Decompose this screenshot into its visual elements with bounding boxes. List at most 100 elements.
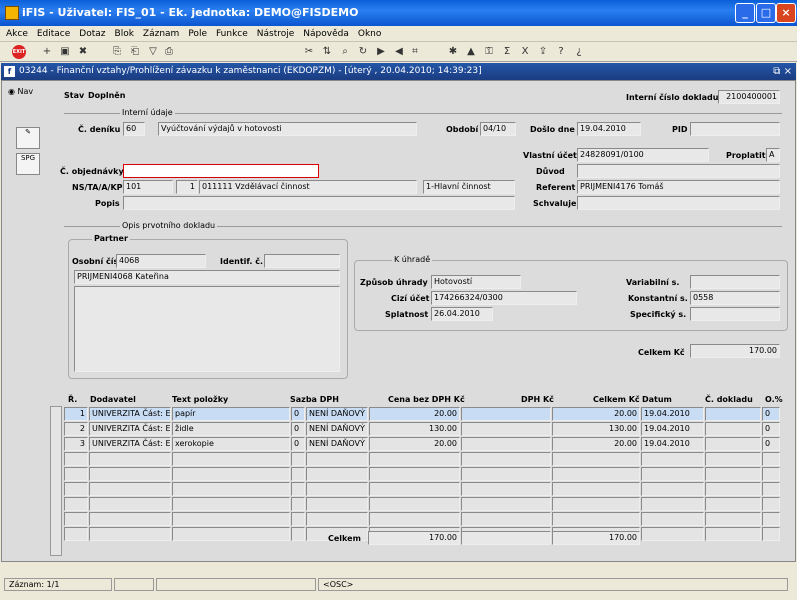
table-cell[interactable] <box>705 422 761 436</box>
identif-field[interactable] <box>264 254 340 268</box>
obdobi-field[interactable]: 04/10 <box>480 122 516 136</box>
menu-item[interactable]: Pole <box>188 29 207 39</box>
table-cell[interactable] <box>64 452 88 466</box>
table-cell[interactable] <box>762 527 780 541</box>
table-cell[interactable]: NENÍ DAŇOVÝ D <box>306 437 368 451</box>
table-cell[interactable]: 19.04.2010 <box>641 422 704 436</box>
close-button[interactable]: × <box>776 3 796 23</box>
paste-icon[interactable]: ⎗ <box>128 45 142 59</box>
table-cell[interactable]: NENÍ DAŇOVÝ D <box>306 422 368 436</box>
table-cell[interactable]: 130.00 <box>369 422 460 436</box>
table-cell[interactable]: 19.04.2010 <box>641 437 704 451</box>
table-cell[interactable] <box>641 452 704 466</box>
zpusob-field[interactable]: Hotovostí <box>431 275 521 289</box>
table-cell[interactable] <box>291 482 305 496</box>
form-window-controls[interactable]: ⧉ × <box>773 63 792 80</box>
table-cell[interactable]: NENÍ DAŇOVÝ D <box>306 407 368 421</box>
cizi-field[interactable]: 174266324/0300 <box>431 291 577 305</box>
table-cell[interactable] <box>705 407 761 421</box>
menu-item[interactable]: Okno <box>358 29 382 39</box>
export-icon[interactable]: ⇪ <box>536 45 550 59</box>
table-cell[interactable] <box>291 497 305 511</box>
ns-field[interactable]: 101 <box>123 180 173 194</box>
popis-field[interactable] <box>123 196 515 210</box>
table-cell[interactable] <box>552 497 640 511</box>
add-record-icon[interactable]: + <box>40 45 54 59</box>
table-cell[interactable] <box>64 527 88 541</box>
menu-item[interactable]: Blok <box>115 29 134 39</box>
table-cell[interactable] <box>705 467 761 481</box>
next-icon[interactable]: ▶ <box>374 45 388 59</box>
table-cell[interactable] <box>64 512 88 526</box>
table-cell[interactable] <box>306 467 368 481</box>
table-cell[interactable] <box>461 452 551 466</box>
table-cell[interactable] <box>705 452 761 466</box>
table-cell[interactable] <box>306 497 368 511</box>
ta-field[interactable]: 1 <box>176 180 198 194</box>
maximize-button[interactable]: □ <box>756 3 776 23</box>
lock-icon[interactable]: ⚿ <box>482 45 496 59</box>
table-cell[interactable] <box>369 497 460 511</box>
table-cell[interactable] <box>64 497 88 511</box>
splatnost-field[interactable]: 26.04.2010 <box>431 307 493 321</box>
table-cell[interactable] <box>762 497 780 511</box>
table-cell[interactable]: 0 <box>762 422 780 436</box>
table-cell[interactable] <box>89 497 171 511</box>
table-cell[interactable] <box>64 467 88 481</box>
table-cell[interactable] <box>641 482 704 496</box>
print-icon[interactable]: ⎙ <box>162 45 176 59</box>
table-cell[interactable] <box>762 452 780 466</box>
partner-name-field[interactable]: PRIJMENI4068 Kateřina <box>74 270 340 284</box>
delete-icon[interactable]: ✖ <box>76 45 90 59</box>
sort-icon[interactable]: ⇅ <box>320 45 334 59</box>
specificky-field[interactable] <box>690 307 780 321</box>
table-cell[interactable]: UNIVERZITA Část: Ek <box>89 422 171 436</box>
table-cell[interactable]: 0 <box>291 407 305 421</box>
table-cell[interactable] <box>461 497 551 511</box>
previous-icon[interactable]: ◀ <box>392 45 406 59</box>
table-cell[interactable] <box>172 482 290 496</box>
menu-item[interactable]: Nástroje <box>257 29 295 39</box>
table-cell[interactable] <box>461 482 551 496</box>
doslo-field[interactable]: 19.04.2010 <box>577 122 641 136</box>
table-cell[interactable] <box>705 527 761 541</box>
variabilni-field[interactable] <box>690 275 780 289</box>
table-scrollbar[interactable] <box>50 406 62 556</box>
filter-icon[interactable]: ▽ <box>146 45 160 59</box>
cdeniku-text-field[interactable]: Vyúčtování výdajů v hotovosti <box>158 122 417 136</box>
total-cena-field[interactable]: 170.00 <box>368 531 460 545</box>
proplatit-field[interactable]: A <box>766 148 780 162</box>
exit-button[interactable]: EXIT <box>12 45 26 59</box>
table-cell[interactable] <box>762 467 780 481</box>
table-cell[interactable]: 2 <box>64 422 88 436</box>
table-cell[interactable]: UNIVERZITA Část: Ek <box>89 437 171 451</box>
table-cell[interactable] <box>172 467 290 481</box>
spg-icon[interactable]: SPG <box>16 153 40 175</box>
table-cell[interactable] <box>369 482 460 496</box>
table-cell[interactable] <box>89 527 171 541</box>
table-cell[interactable] <box>89 512 171 526</box>
table-cell[interactable]: papír <box>172 407 290 421</box>
table-cell[interactable] <box>552 452 640 466</box>
table-cell[interactable]: UNIVERZITA Část: Ek <box>89 407 171 421</box>
table-cell[interactable]: 20.00 <box>369 437 460 451</box>
partner-address-field[interactable] <box>74 286 340 372</box>
pid-field[interactable] <box>690 122 780 136</box>
table-cell[interactable] <box>172 497 290 511</box>
menu-item[interactable]: Záznam <box>143 29 179 39</box>
table-cell[interactable] <box>369 467 460 481</box>
osobni-field[interactable]: 4068 <box>116 254 206 268</box>
table-cell[interactable] <box>291 452 305 466</box>
cobj-field[interactable] <box>123 164 319 178</box>
table-cell[interactable] <box>705 497 761 511</box>
table-cell[interactable]: židle <box>172 422 290 436</box>
table-cell[interactable] <box>89 467 171 481</box>
table-cell[interactable] <box>172 527 290 541</box>
edit-record-icon[interactable]: ✎ <box>16 127 40 149</box>
table-cell[interactable]: 20.00 <box>552 407 640 421</box>
table-cell[interactable]: 0 <box>291 437 305 451</box>
table-cell[interactable]: 1 <box>64 407 88 421</box>
table-cell[interactable]: 3 <box>64 437 88 451</box>
table-cell[interactable] <box>552 467 640 481</box>
table-cell[interactable]: 0 <box>762 437 780 451</box>
